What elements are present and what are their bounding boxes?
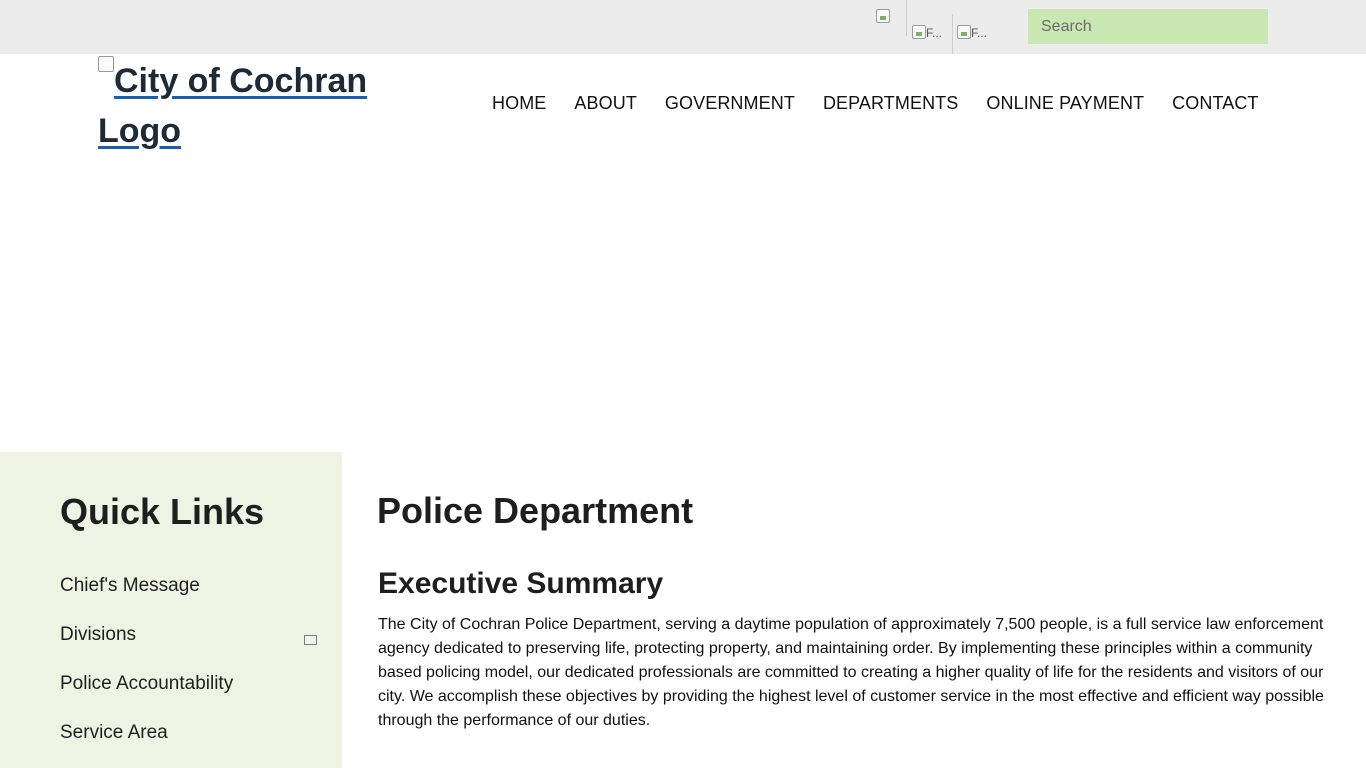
section-title: Executive Summary	[378, 567, 664, 600]
nav-government[interactable]: GOVERNMENT	[651, 91, 809, 115]
social-icon-2[interactable]: F...	[912, 25, 944, 43]
social-icon-2-alt: F...	[926, 26, 943, 40]
social-icon-3[interactable]: F...	[957, 25, 989, 43]
page-title: Police Department	[377, 490, 694, 531]
nav-home[interactable]: HOME	[478, 91, 560, 115]
search-input[interactable]	[1028, 9, 1268, 44]
logo-alt-text: City of Cochran Logo	[98, 62, 368, 150]
quick-link-police-accountability[interactable]: Police Accountability	[60, 672, 233, 696]
social-icon-3-alt: F...	[971, 26, 988, 40]
nav-online-payment[interactable]: ONLINE PAYMENT	[972, 91, 1158, 115]
social-icon-1[interactable]	[876, 9, 896, 27]
quick-link-service-area[interactable]: Service Area	[60, 721, 168, 745]
broken-image-icon	[876, 9, 890, 23]
quick-link-divisions[interactable]: Divisions	[60, 623, 136, 647]
quick-link-chiefs-message[interactable]: Chief's Message	[60, 574, 200, 598]
quick-links-title: Quick Links	[60, 491, 265, 532]
top-utility-bar: F... F...	[0, 0, 1366, 54]
expand-icon[interactable]	[304, 635, 317, 645]
broken-image-icon	[912, 25, 926, 39]
nav-departments[interactable]: DEPARTMENTS	[809, 91, 972, 115]
divider	[952, 14, 953, 54]
executive-summary-text: The City of Cochran Police Department, s…	[378, 616, 1324, 729]
broken-image-icon	[957, 25, 971, 39]
broken-image-icon	[98, 56, 114, 72]
nav-contact[interactable]: CONTACT	[1158, 91, 1272, 115]
site-logo-link[interactable]: City of Cochran Logo	[98, 56, 398, 156]
main-navigation: HOME ABOUT GOVERNMENT DEPARTMENTS ONLINE…	[478, 91, 1273, 115]
divider	[906, 0, 907, 36]
nav-about[interactable]: ABOUT	[560, 91, 651, 115]
quick-links-sidebar: Quick Links Chief's Message Divisions Po…	[0, 452, 342, 768]
